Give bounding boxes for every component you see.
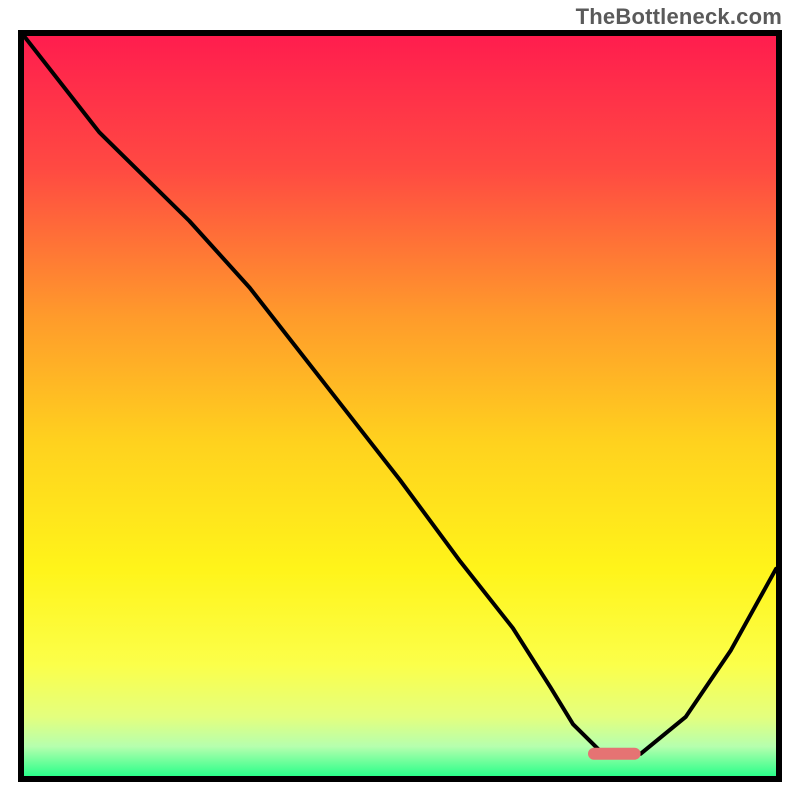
chart-plot — [24, 36, 776, 776]
optimal-marker — [588, 748, 641, 760]
gradient-background — [24, 36, 776, 776]
watermark-text: TheBottleneck.com — [576, 4, 782, 30]
chart-frame — [18, 30, 782, 782]
